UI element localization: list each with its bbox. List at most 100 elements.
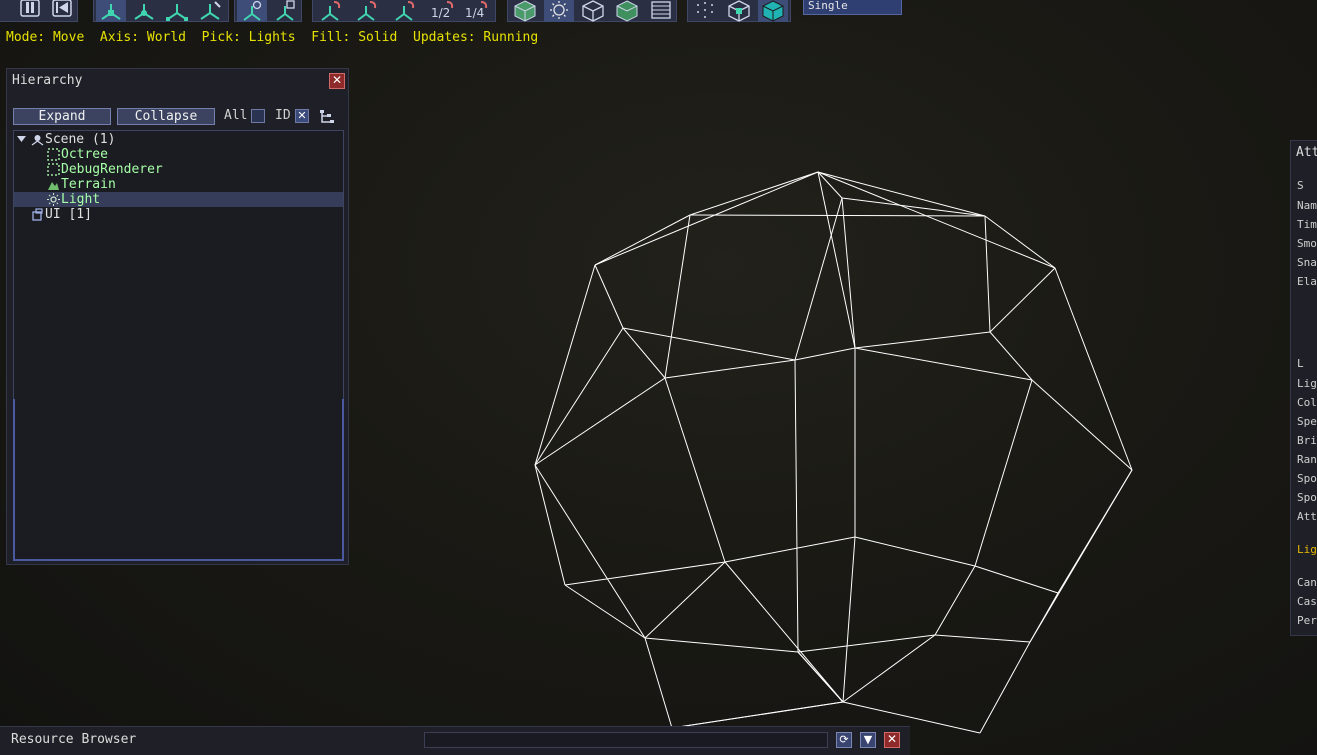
wireframe-edge [989, 331, 1033, 381]
resource-search-input[interactable] [424, 732, 828, 748]
scale-gizmo-icon[interactable] [162, 0, 192, 22]
fill-points-icon[interactable] [690, 0, 720, 22]
tree-node-octree[interactable]: Octree [14, 147, 343, 162]
tree-node-label: Scene (1) [45, 132, 116, 147]
attribute-row-label: Per [1297, 614, 1317, 627]
wireframe-edge [564, 584, 646, 639]
all-checkbox[interactable] [251, 109, 265, 123]
resource-browser-title: Resource Browser [11, 732, 137, 747]
attribute-inspector-title: Att [1296, 145, 1317, 160]
collapse-button[interactable]: Collapse [117, 108, 215, 125]
hierarchy-tree-empty-area[interactable] [13, 399, 344, 561]
light-pick-icon[interactable] [544, 0, 574, 22]
wireframe-edge [984, 215, 991, 333]
attribute-row-label: Cas [1297, 595, 1317, 608]
wireframe-edge [534, 464, 646, 639]
rotate-gizmo-icon[interactable] [129, 0, 159, 22]
tree-node-terrain[interactable]: Terrain [14, 177, 343, 192]
attribute-row-label: Lig [1297, 377, 1317, 390]
space-toolbar-group [234, 0, 302, 22]
tree-node-light[interactable]: Light [14, 192, 343, 207]
id-checkbox[interactable]: ✕ [295, 109, 309, 123]
debug-renderer-icon [47, 163, 60, 176]
attribute-row-label: Ela [1297, 275, 1317, 288]
snap-scale-icon[interactable] [389, 0, 419, 22]
zone-pick-icon[interactable] [578, 0, 608, 22]
expand-arrow-icon[interactable] [15, 133, 28, 146]
attribute-row-label: Can [1297, 576, 1317, 589]
wireframe-edge [564, 561, 726, 586]
wireframe-edge [534, 327, 624, 466]
fill-solid-icon[interactable] [758, 0, 788, 22]
wireframe-edge [671, 701, 844, 729]
move-gizmo-icon[interactable] [96, 0, 126, 22]
wireframe-edge [934, 565, 976, 636]
snap-half-icon[interactable]: 1/2 [427, 0, 457, 22]
wireframe-edge [689, 171, 819, 216]
hierarchy-title: Hierarchy [12, 73, 83, 88]
scene-icon [31, 135, 44, 146]
ui-pick-icon[interactable] [646, 0, 676, 22]
attribute-row-label: Nam [1297, 199, 1317, 212]
wireframe-edge [724, 536, 856, 563]
attribute-row-label: S [1297, 179, 1304, 192]
wireframe-edge [854, 536, 976, 567]
geometry-pick-icon[interactable] [510, 0, 540, 22]
rewind-icon[interactable] [48, 0, 78, 22]
wireframe-edge [841, 197, 986, 217]
wireframe-edge [854, 347, 1033, 381]
tree-node-label: DebugRenderer [61, 162, 163, 177]
wireframe-edge [594, 264, 624, 329]
wireframe-edge [794, 347, 856, 361]
terrain-icon [48, 182, 59, 190]
tree-node-label: Light [61, 192, 101, 207]
playback-toolbar-group [0, 0, 78, 22]
tree-layout-icon[interactable] [319, 109, 335, 125]
hierarchy-tree[interactable]: Scene (1) Octree DebugRenderer Terrain L… [13, 130, 344, 399]
wireframe-edge [644, 561, 726, 639]
fill-mode-toolbar-group [687, 0, 791, 22]
attribute-row-label: L [1297, 357, 1304, 370]
resource-browser-close-icon[interactable]: ✕ [884, 732, 900, 748]
snap-half-label: 1/2 [431, 6, 450, 20]
pause-icon[interactable] [16, 0, 46, 22]
id-label: ID [275, 108, 291, 123]
snap-icon[interactable] [315, 0, 345, 22]
filter-icon[interactable]: ▼ [860, 732, 876, 748]
rigidbody-pick-icon[interactable] [612, 0, 642, 22]
wireframe-edge [1054, 267, 1133, 471]
wireframe-edge [817, 171, 843, 199]
snap-quarter-icon[interactable]: 1/4 [461, 0, 491, 22]
wireframe-edge [622, 327, 796, 361]
select-gizmo-icon[interactable] [195, 0, 225, 22]
wireframe-edge [841, 197, 856, 349]
wireframe-edge [644, 637, 799, 653]
transform-toolbar-group [93, 0, 229, 22]
pick-mode-toolbar-group [507, 0, 677, 22]
wireframe-edge [664, 359, 796, 379]
attribute-row-label: Col [1297, 396, 1317, 409]
wireframe-edge [974, 379, 1033, 567]
ui-root-icon [32, 208, 43, 221]
attribute-row-label: Sna [1297, 256, 1317, 269]
tree-node-scene[interactable]: Scene (1) [14, 132, 343, 147]
expand-button[interactable]: Expand [13, 108, 111, 125]
wireframe-edge [534, 377, 666, 466]
attribute-row-label: Att [1297, 510, 1317, 523]
wireframe-edge [974, 565, 1059, 594]
wireframe-edge [664, 377, 726, 563]
tree-node-debugrenderer[interactable]: DebugRenderer [14, 162, 343, 177]
main-toolbar: 1/2 1/4 Single [0, 0, 1317, 22]
tree-node-label: Terrain [61, 177, 116, 192]
local-axis-icon[interactable] [237, 0, 267, 22]
hierarchy-close-icon[interactable]: ✕ [329, 73, 345, 89]
snap-rotate-icon[interactable] [351, 0, 381, 22]
tree-node-ui[interactable]: UI [1] [14, 207, 343, 222]
wireframe-edge [664, 214, 691, 379]
refresh-icon[interactable]: ⟳ [836, 732, 852, 748]
attribute-row-label: Smo [1297, 237, 1317, 250]
view-mode-select[interactable]: Single [803, 0, 902, 15]
world-axis-icon[interactable] [270, 0, 300, 22]
fill-wireframe-icon[interactable] [724, 0, 754, 22]
light-icon [47, 193, 60, 206]
